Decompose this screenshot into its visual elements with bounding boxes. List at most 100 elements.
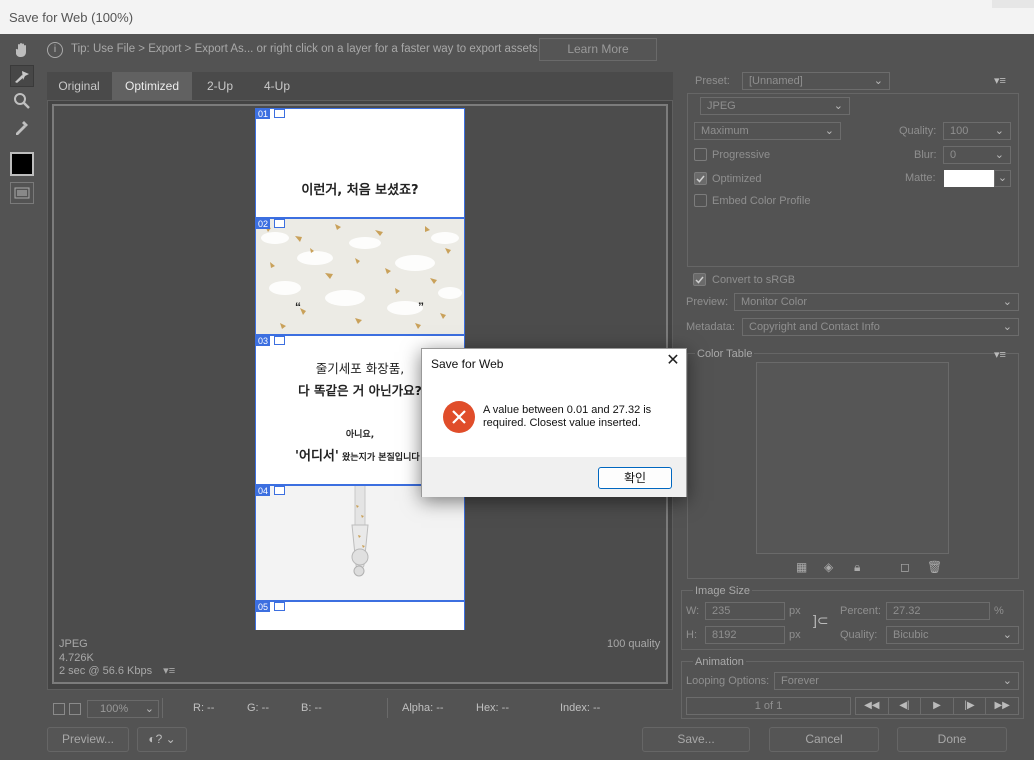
preset-menu-icon[interactable]: ▾≡ (994, 74, 1006, 87)
progressive-checkbox[interactable] (694, 148, 707, 161)
tab-original[interactable]: Original (47, 72, 111, 100)
download-time-readout: 2 sec @ 56.6 Kbps (59, 665, 153, 677)
done-button[interactable]: Done (897, 727, 1007, 752)
index-readout: Index: -- (560, 702, 601, 714)
next-frame-icon[interactable]: |▶ (954, 698, 987, 714)
chevron-down-icon[interactable]: ⌄ (994, 170, 1011, 187)
slice-select-tool-icon[interactable] (10, 65, 34, 87)
map-transparent-icon[interactable]: ▦ (796, 560, 807, 574)
blue-readout: B: -- (301, 702, 322, 714)
slice-image-icon (274, 486, 285, 495)
slice-04[interactable] (255, 485, 465, 601)
width-label: W: (686, 605, 700, 617)
new-color-icon[interactable]: ◻ (900, 560, 910, 574)
help-browser-icon: ◐? (148, 732, 163, 746)
looping-value: Forever (781, 675, 819, 687)
slice-image-icon (274, 109, 285, 118)
zoom-tool-icon[interactable] (10, 90, 34, 112)
slice-number: 04 (256, 486, 271, 496)
tab-optimized[interactable]: Optimized (112, 72, 192, 100)
height-label: H: (686, 629, 697, 641)
quality-label: Quality: (899, 125, 937, 137)
tab-2-up[interactable]: 2-Up (193, 72, 247, 100)
width-field[interactable]: 235 (705, 602, 785, 620)
last-frame-icon[interactable]: ▶▶ (986, 698, 1018, 714)
play-icon[interactable]: ▶ (921, 698, 954, 714)
canvas-emphasis: '어디서' (295, 449, 339, 464)
format-value: JPEG (707, 100, 736, 112)
web-shift-icon[interactable]: ◈ (824, 560, 833, 574)
embed-profile-checkbox[interactable] (694, 194, 707, 207)
link-proportions-icon[interactable]: ]⊂ (813, 612, 833, 636)
zoom-out-icon[interactable] (53, 703, 65, 715)
lock-icon[interactable]: 🔒︎ (854, 560, 860, 575)
cancel-button[interactable]: Cancel (769, 727, 879, 752)
close-icon[interactable]: ✕ (666, 353, 680, 369)
optimized-checkbox[interactable] (694, 172, 707, 185)
format-readout: JPEG (59, 638, 88, 650)
looping-select[interactable]: Forever ⌄ (774, 672, 1019, 690)
height-field[interactable]: 8192 (705, 626, 785, 644)
blur-value: 0 (950, 149, 957, 161)
color-table-heading: Color Table (695, 348, 755, 360)
color-table-menu-icon[interactable]: ▾≡ (994, 348, 1006, 361)
resample-select[interactable]: Bicubic ⌄ (886, 626, 1019, 644)
quality-field[interactable]: 100 ⌄ (943, 122, 1011, 140)
tip-text: Tip: Use File > Export > Export As... or… (71, 43, 538, 55)
frame-counter: 1 of 1 (686, 697, 851, 715)
preview-select[interactable]: Monitor Color ⌄ (734, 293, 1019, 311)
titlebar-controls[interactable] (992, 0, 1034, 8)
color-table-grid[interactable] (756, 362, 949, 554)
download-speed-menu-icon[interactable]: ▾≡ (163, 665, 175, 677)
slice-05[interactable] (255, 601, 465, 630)
format-select[interactable]: JPEG ⌄ (700, 97, 850, 115)
percent-field[interactable]: 27.32 (886, 602, 990, 620)
view-tabs: Original Optimized 2-Up 4-Up (47, 72, 673, 100)
tab-4-up[interactable]: 4-Up (248, 72, 306, 100)
preset-select[interactable]: [Unnamed] ⌄ (742, 72, 890, 90)
learn-more-button[interactable]: Learn More (539, 38, 657, 61)
matte-label: Matte: (905, 172, 936, 184)
red-readout: R: -- (193, 702, 215, 714)
zoom-in-icon[interactable] (69, 703, 81, 715)
convert-srgb-label: Convert to sRGB (712, 274, 796, 286)
looping-label: Looping Options: (686, 675, 770, 687)
metadata-select[interactable]: Copyright and Contact Info ⌄ (742, 318, 1019, 336)
chevron-down-icon: ⌄ (873, 75, 883, 87)
animation-heading: Animation (693, 656, 746, 668)
divider (387, 698, 388, 718)
hand-tool-icon[interactable] (10, 39, 34, 61)
percent-unit: % (994, 605, 1004, 617)
chevron-down-icon: ⌄ (994, 149, 1004, 161)
slice-02[interactable] (255, 218, 465, 335)
percent-label: Percent: (840, 605, 881, 617)
convert-srgb-checkbox[interactable] (693, 273, 706, 286)
blur-field[interactable]: 0 ⌄ (943, 146, 1011, 164)
optimization-info: JPEG 4.726K 2 sec @ 56.6 Kbps ▾≡ (59, 638, 175, 679)
tool-column (0, 34, 44, 760)
file-size-readout: 4.726K (59, 651, 94, 664)
zoom-level-field[interactable]: 100% ⌄ (87, 700, 159, 718)
save-button[interactable]: Save... (642, 727, 750, 752)
eyedropper-color-swatch[interactable] (10, 152, 34, 176)
hex-readout: Hex: -- (476, 702, 509, 714)
quality-value: 100 (950, 125, 969, 137)
chevron-down-icon: ⌄ (144, 703, 154, 715)
matte-color-swatch[interactable] (944, 170, 994, 187)
ok-button[interactable]: 확인 (598, 467, 672, 489)
blur-label: Blur: (914, 149, 937, 161)
embed-profile-label: Embed Color Profile (712, 195, 811, 207)
trash-icon[interactable]: 🗑︎ (927, 560, 942, 574)
progressive-label: Progressive (712, 149, 771, 161)
chevron-down-icon: ⌄ (824, 125, 834, 137)
download-time-row: 2 sec @ 56.6 Kbps ▾≡ (59, 665, 175, 679)
previous-frame-icon[interactable]: ◀| (889, 698, 922, 714)
dialog-message: A value between 0.01 and 27.32 is requir… (483, 404, 652, 429)
first-frame-icon[interactable]: ◀◀ (856, 698, 889, 714)
browser-preview-button[interactable]: ◐? ⌄ (137, 727, 187, 752)
preview-button[interactable]: Preview... (47, 727, 129, 752)
slice-01[interactable] (255, 108, 465, 218)
toggle-slices-icon[interactable] (10, 182, 34, 204)
eyedropper-tool-icon[interactable] (10, 116, 34, 138)
compression-select[interactable]: Maximum ⌄ (694, 122, 841, 140)
